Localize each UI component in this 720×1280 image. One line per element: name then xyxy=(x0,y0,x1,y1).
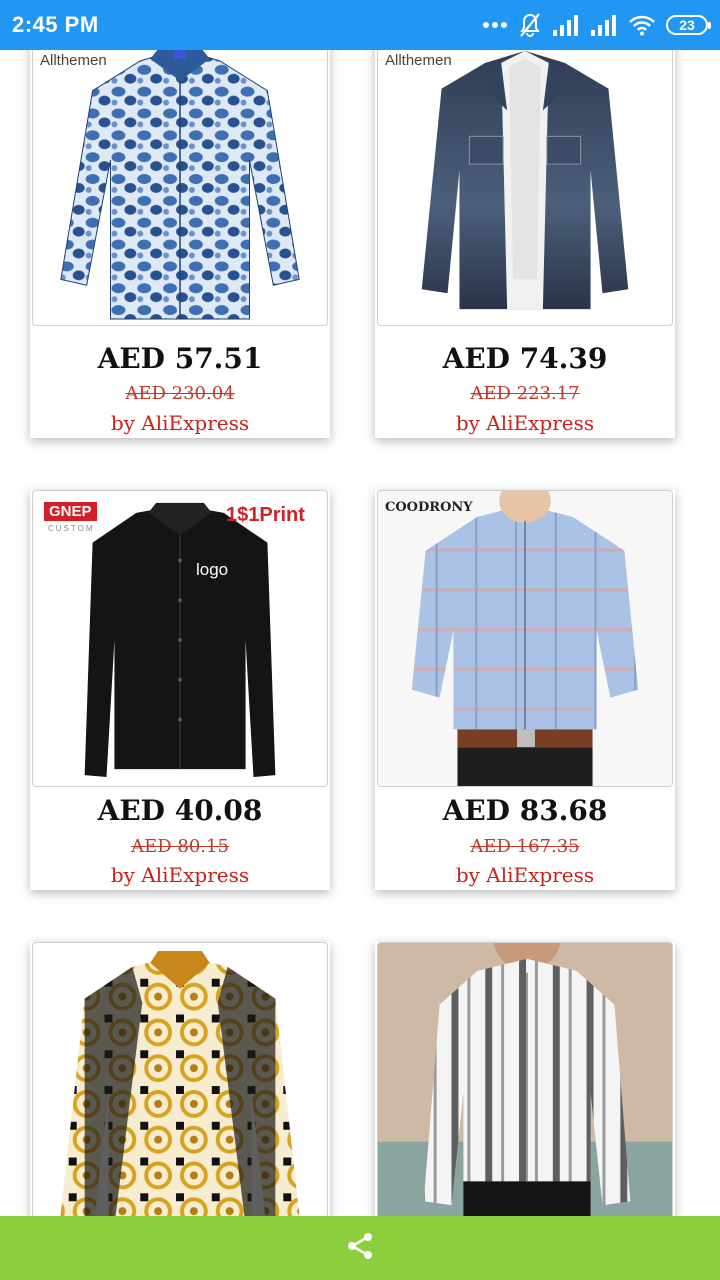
product-old-price: AED 167.35 xyxy=(470,836,580,857)
product-old-price: AED 80.15 xyxy=(131,836,229,857)
shirt-logo-text: logo xyxy=(196,560,229,579)
product-old-price: AED 223.17 xyxy=(470,383,580,404)
notifications-off-icon xyxy=(518,12,542,38)
status-time: 2:45 PM xyxy=(12,12,99,37)
product-image[interactable] xyxy=(377,490,673,787)
promo-label: 1$1Print xyxy=(226,504,305,526)
striped-shirt-image xyxy=(378,943,672,1216)
product-price: AED 40.08 xyxy=(97,794,263,827)
bottom-bar xyxy=(0,1216,720,1280)
status-bar: 2:45 PM 23 xyxy=(0,0,720,50)
status-icons: 23 xyxy=(482,12,711,38)
product-grid: Allthemen AED 57.51 AED 230.04 by AliExp… xyxy=(0,50,720,1216)
wifi-icon xyxy=(628,14,656,36)
blue-pattern-shirt-image xyxy=(60,50,300,320)
product-seller[interactable]: by AliExpress xyxy=(375,411,675,435)
product-image[interactable] xyxy=(32,490,328,787)
product-image[interactable] xyxy=(32,942,328,1216)
plaid-shirt-image xyxy=(378,491,672,786)
share-icon[interactable] xyxy=(345,1231,375,1265)
gnep-logo: GNEP xyxy=(44,502,97,521)
product-price: AED 74.39 xyxy=(442,342,608,375)
product-seller[interactable]: by AliExpress xyxy=(30,411,330,435)
product-old-price: AED 230.04 xyxy=(125,383,235,404)
black-shirt-image xyxy=(84,502,276,778)
product-brand: Allthemen xyxy=(385,52,452,69)
product-card[interactable] xyxy=(30,942,330,1216)
product-brand: COODRONY xyxy=(385,500,473,515)
product-seller[interactable]: by AliExpress xyxy=(375,863,675,887)
product-card[interactable]: Allthemen AED 57.51 AED 230.04 by AliExp… xyxy=(30,50,330,438)
denim-shirt-image xyxy=(421,50,629,310)
product-image[interactable] xyxy=(377,50,673,326)
signal-icon xyxy=(552,14,580,36)
product-brand: Allthemen xyxy=(40,52,107,69)
gnep-logo-sub: CUSTOM xyxy=(48,524,95,533)
product-card[interactable]: COODRONY AED 83.68 AED 167.35 by AliExpr… xyxy=(375,490,675,890)
product-seller[interactable]: by AliExpress xyxy=(30,863,330,887)
product-price: AED 57.51 xyxy=(97,342,263,375)
more-dots-icon xyxy=(482,21,508,29)
product-card[interactable] xyxy=(375,942,675,1216)
product-card[interactable]: GNEP CUSTOM 1$1Print logo AED 40.08 AED … xyxy=(30,490,330,890)
baroque-shirt-image xyxy=(60,950,300,1216)
battery-icon: 23 xyxy=(666,15,711,35)
product-card[interactable]: Allthemen AED 74.39 AED 223.17 by AliExp… xyxy=(375,50,675,438)
product-price: AED 83.68 xyxy=(442,794,608,827)
product-image[interactable] xyxy=(32,50,328,326)
signal-icon-2 xyxy=(590,14,618,36)
product-image[interactable] xyxy=(377,942,673,1216)
